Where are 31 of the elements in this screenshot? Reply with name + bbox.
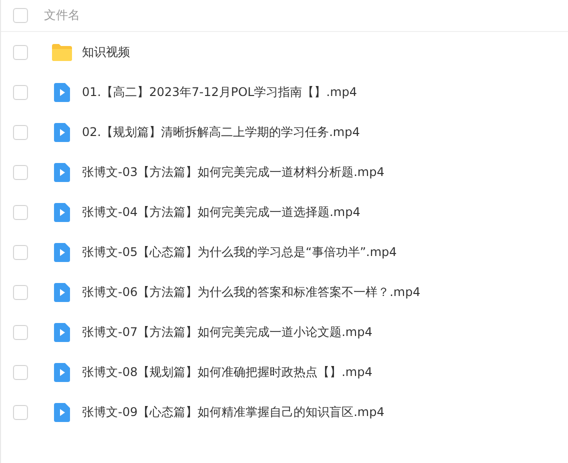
file-name[interactable]: 张博文-05【心态篇】为什么我的学习总是“事倍功半”.mp4 bbox=[82, 244, 397, 260]
video-file-icon bbox=[54, 122, 70, 142]
video-file-icon bbox=[54, 362, 70, 382]
file-name[interactable]: 张博文-08【规划篇】如何准确把握时政热点【】.mp4 bbox=[82, 364, 372, 380]
row-checkbox[interactable] bbox=[13, 404, 28, 420]
file-name[interactable]: 知识视频 bbox=[82, 44, 130, 60]
file-name[interactable]: 张博文-03【方法篇】如何完美完成一道材料分析题.mp4 bbox=[82, 164, 384, 180]
video-file-icon bbox=[54, 322, 70, 342]
video-file-icon bbox=[54, 82, 70, 102]
row-checkbox[interactable] bbox=[13, 324, 28, 340]
row-checkbox[interactable] bbox=[13, 44, 28, 60]
row-checkbox[interactable] bbox=[13, 364, 28, 380]
video-file-icon bbox=[54, 242, 70, 262]
select-all-checkbox[interactable] bbox=[13, 8, 28, 23]
file-name[interactable]: 张博文-07【方法篇】如何完美完成一道小论文题.mp4 bbox=[82, 324, 372, 340]
file-name[interactable]: 张博文-04【方法篇】如何完美完成一道选择题.mp4 bbox=[82, 204, 360, 220]
row-checkbox[interactable] bbox=[13, 244, 28, 260]
file-name[interactable]: 张博文-09【心态篇】如何精准掌握自己的知识盲区.mp4 bbox=[82, 404, 384, 420]
file-name[interactable]: 01.【高二】2023年7-12月POL学习指南【】.mp4 bbox=[82, 84, 357, 100]
row-checkbox[interactable] bbox=[13, 164, 28, 180]
row-checkbox[interactable] bbox=[13, 124, 28, 140]
video-file-icon bbox=[54, 202, 70, 222]
video-file-icon bbox=[54, 282, 70, 302]
row-checkbox[interactable] bbox=[13, 284, 28, 300]
video-file-icon bbox=[54, 402, 70, 422]
file-name[interactable]: 02.【规划篇】清晰拆解高二上学期的学习任务.mp4 bbox=[82, 124, 360, 140]
file-name[interactable]: 张博文-06【方法篇】为什么我的答案和标准答案不一样？.mp4 bbox=[82, 284, 420, 300]
folder-icon bbox=[52, 44, 72, 60]
video-file-icon bbox=[54, 162, 70, 182]
row-checkbox[interactable] bbox=[13, 204, 28, 220]
row-checkbox[interactable] bbox=[13, 84, 28, 100]
